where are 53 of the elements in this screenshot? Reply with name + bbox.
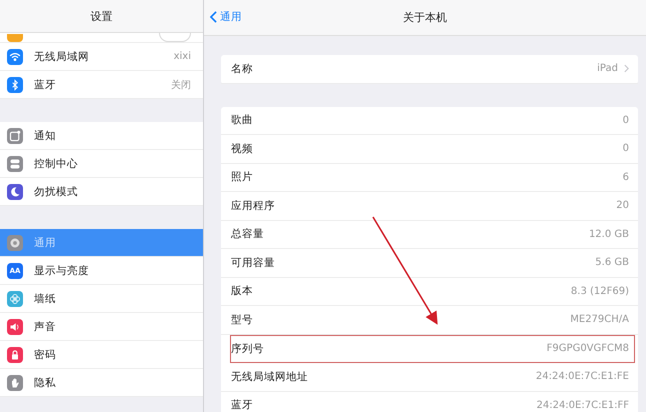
row-label: 照片: [231, 170, 254, 184]
row-value: 20: [616, 200, 629, 212]
sidebar-title: 设置: [90, 8, 112, 24]
row-label: 序列号: [231, 342, 265, 356]
settings-item[interactable]: 控制中心: [0, 150, 203, 178]
settings-label: 隐私: [34, 376, 57, 390]
row-label: 型号: [231, 312, 254, 327]
settings-item[interactable]: [0, 33, 203, 43]
settings-label: 勿扰模式: [34, 184, 79, 198]
row-value: 8.3 (12F69): [570, 286, 629, 297]
settings-label: 墙纸: [34, 292, 57, 306]
settings-item[interactable]: 勿扰模式: [0, 178, 203, 206]
back-button[interactable]: 通用: [210, 10, 242, 24]
settings-label: 控制中心: [34, 156, 79, 170]
row-label: 蓝牙: [231, 398, 254, 412]
settings-item[interactable]: 隐私: [0, 369, 203, 397]
back-chevron-icon: [210, 11, 217, 23]
row-value: F9GPG0VGFCM8: [546, 343, 629, 354]
settings-label: 无线局域网: [34, 50, 90, 64]
row-value: 24:24:0E:7C:E1:FF: [536, 400, 629, 411]
row-value: 0: [622, 143, 629, 154]
settings-label: 通知: [34, 128, 57, 142]
settings-value: 关闭: [171, 78, 191, 92]
row-value: 5.6 GB: [595, 257, 629, 268]
settings-item[interactable]: 墙纸: [0, 285, 203, 313]
settings-label: 蓝牙: [34, 78, 57, 92]
row-value: 6: [622, 172, 629, 183]
settings-label: 声音: [34, 320, 57, 334]
row-label: 视频: [231, 142, 254, 156]
row-label: 歌曲: [231, 113, 254, 128]
row-label: 无线局域网地址: [231, 370, 309, 384]
settings-label: 显示与亮度: [34, 264, 90, 278]
row-value: iPad: [597, 63, 618, 74]
row-label: 总容量: [231, 227, 265, 242]
settings-label: 密码: [34, 348, 57, 362]
settings-item[interactable]: 无线局域网 xixi: [0, 43, 203, 71]
row-label: 可用容量: [231, 256, 276, 270]
settings-item[interactable]: 密码: [0, 341, 203, 369]
row-label: 应用程序: [231, 198, 276, 213]
settings-label: 通用: [34, 236, 57, 250]
chevron-icon: [624, 64, 629, 74]
name-row[interactable]: 名称 iPad: [221, 55, 638, 84]
settings-item[interactable]: 蓝牙 关闭: [0, 71, 203, 99]
row-value: 12.0 GB: [588, 228, 629, 240]
settings-item[interactable]: 声音: [0, 313, 203, 341]
settings-value: xixi: [174, 51, 191, 62]
row-value: ME279CH/A: [570, 314, 629, 326]
settings-item[interactable]: 通知: [0, 122, 203, 150]
row-value: 0: [622, 114, 629, 126]
row-label: 版本: [231, 284, 254, 298]
page-title: 关于本机: [403, 10, 447, 25]
row-value: 24:24:0E:7C:E1:FE: [536, 371, 629, 382]
row-label: 名称: [231, 62, 254, 76]
